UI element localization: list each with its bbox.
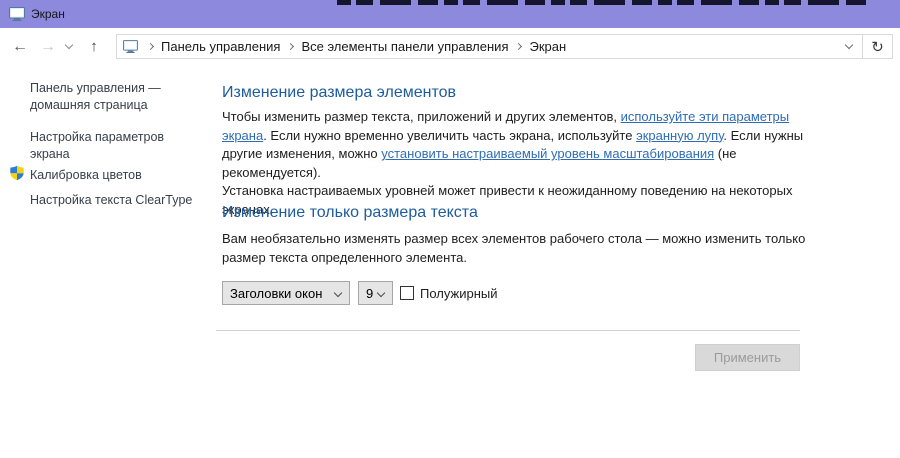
ui-element-select-value: Заголовки окон xyxy=(230,286,322,301)
location-monitor-icon xyxy=(123,40,138,53)
resize-elements-paragraph: Чтобы изменить размер текста, приложений… xyxy=(222,108,822,220)
recent-pages-chevron-icon[interactable] xyxy=(65,41,73,49)
control-panel-display-window: Экран ← → ↑ Панель управления Все элемен… xyxy=(0,0,900,458)
bold-checkbox-label[interactable]: Полужирный xyxy=(420,286,498,301)
section-heading-text-size-only: Изменение только размера текста xyxy=(222,204,478,222)
sidebar-item-cleartype[interactable]: Настройка текста ClearType xyxy=(0,192,205,209)
address-bar[interactable]: Панель управления Все элементы панели уп… xyxy=(116,34,893,59)
bold-checkbox[interactable] xyxy=(400,286,414,300)
back-button[interactable]: ← xyxy=(10,37,30,57)
refresh-button[interactable]: ↻ xyxy=(862,35,892,58)
sidebar-item-display-settings[interactable]: Настройка параметров экрана xyxy=(0,129,190,163)
sidebar: Панель управления — домашняя страница На… xyxy=(0,66,212,458)
main-content: Изменение размера элементов Чтобы измени… xyxy=(222,66,800,458)
separator xyxy=(216,330,800,331)
sidebar-item-control-panel-home[interactable]: Панель управления — домашняя страница xyxy=(0,80,190,114)
link-magnifier[interactable]: экранную лупу xyxy=(636,128,723,143)
text-size-controls: Заголовки окон 9 Полужирный xyxy=(222,281,498,305)
breadcrumb-item-display[interactable]: Экран xyxy=(529,39,566,54)
forward-button[interactable]: → xyxy=(38,37,58,57)
clipped-overlapping-text-artifact xyxy=(337,0,870,5)
font-size-select-value: 9 xyxy=(366,286,373,301)
breadcrumb-separator-icon xyxy=(515,43,522,50)
address-dropdown-button[interactable] xyxy=(836,35,862,58)
chevron-down-icon xyxy=(334,289,342,297)
text-size-paragraph: Вам необязательно изменять размер всех э… xyxy=(222,230,822,267)
font-size-select[interactable]: 9 xyxy=(358,281,393,305)
paragraph-text: . Если нужно временно увеличить часть эк… xyxy=(263,128,636,143)
section-heading-resize-elements: Изменение размера элементов xyxy=(222,84,456,102)
link-custom-scaling-level[interactable]: установить настраиваемый уровень масштаб… xyxy=(381,146,714,161)
sidebar-item-color-calibration[interactable]: Калибровка цветов xyxy=(0,167,205,184)
breadcrumb-separator-icon xyxy=(147,43,154,50)
display-monitor-icon xyxy=(9,7,25,21)
chevron-down-icon xyxy=(377,289,385,297)
apply-button[interactable]: Применить xyxy=(695,344,800,371)
breadcrumb-separator-icon xyxy=(287,43,294,50)
navigation-bar: ← → ↑ Панель управления Все элементы пан… xyxy=(0,28,900,65)
window-title: Экран xyxy=(31,7,65,21)
chevron-down-icon xyxy=(845,41,853,49)
breadcrumb-item-all-items[interactable]: Все элементы панели управления xyxy=(301,39,508,54)
breadcrumb-item-control-panel[interactable]: Панель управления xyxy=(161,39,280,54)
ui-element-select[interactable]: Заголовки окон xyxy=(222,281,350,305)
breadcrumb: Панель управления Все элементы панели уп… xyxy=(117,39,836,54)
paragraph-text: Чтобы изменить размер текста, приложений… xyxy=(222,109,621,124)
up-button[interactable]: ↑ xyxy=(84,37,104,57)
